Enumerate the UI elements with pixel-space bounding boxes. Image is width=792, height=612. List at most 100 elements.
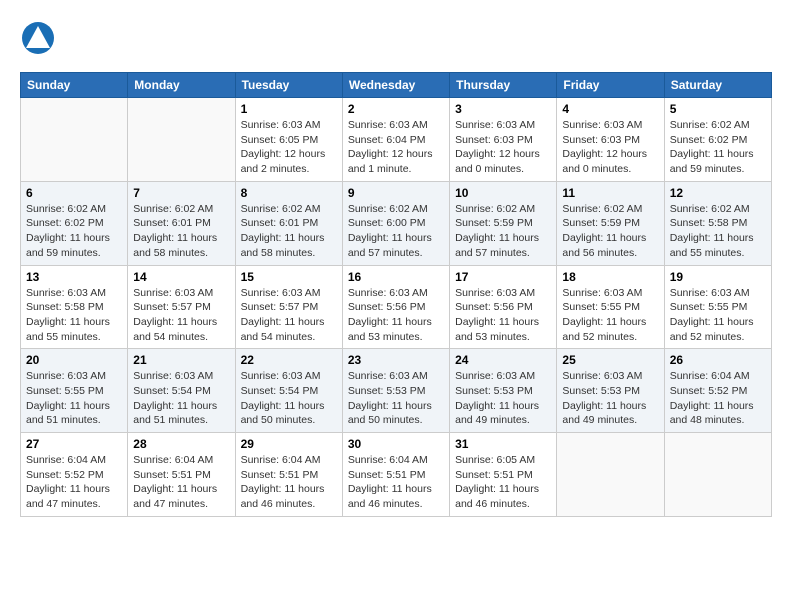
day-cell: 26 Sunrise: 6:04 AM Sunset: 5:52 PM Dayli… — [664, 349, 771, 433]
day-cell: 29 Sunrise: 6:04 AM Sunset: 5:51 PM Dayli… — [235, 433, 342, 517]
day-number: 14 — [133, 270, 229, 284]
day-info: Sunrise: 6:04 AM Sunset: 5:51 PM Dayligh… — [241, 453, 337, 512]
day-cell: 22 Sunrise: 6:03 AM Sunset: 5:54 PM Dayli… — [235, 349, 342, 433]
day-cell: 12 Sunrise: 6:02 AM Sunset: 5:58 PM Dayli… — [664, 181, 771, 265]
day-header-tuesday: Tuesday — [235, 73, 342, 98]
day-info: Sunrise: 6:03 AM Sunset: 5:55 PM Dayligh… — [670, 286, 766, 345]
day-number: 1 — [241, 102, 337, 116]
day-number: 11 — [562, 186, 658, 200]
day-header-sunday: Sunday — [21, 73, 128, 98]
calendar-table: SundayMondayTuesdayWednesdayThursdayFrid… — [20, 72, 772, 517]
week-row-2: 6 Sunrise: 6:02 AM Sunset: 6:02 PM Daylig… — [21, 181, 772, 265]
day-number: 21 — [133, 353, 229, 367]
day-number: 17 — [455, 270, 551, 284]
day-number: 13 — [26, 270, 122, 284]
day-cell: 25Sunrise: 6:03 AM Sunset: 5:53 PM Dayli… — [557, 349, 664, 433]
day-info: Sunrise: 6:03 AM Sunset: 5:58 PM Dayligh… — [26, 286, 122, 345]
day-info: Sunrise: 6:03 AM Sunset: 6:04 PM Dayligh… — [348, 118, 444, 177]
day-info: Sunrise: 6:03 AM Sunset: 5:56 PM Dayligh… — [348, 286, 444, 345]
day-cell: 23 Sunrise: 6:03 AM Sunset: 5:53 PM Dayli… — [342, 349, 449, 433]
day-info: Sunrise: 6:03 AM Sunset: 5:56 PM Dayligh… — [455, 286, 551, 345]
day-number: 31 — [455, 437, 551, 451]
day-cell: 31 Sunrise: 6:05 AM Sunset: 5:51 PM Dayli… — [450, 433, 557, 517]
day-cell: 21 Sunrise: 6:03 AM Sunset: 5:54 PM Dayli… — [128, 349, 235, 433]
day-info: Sunrise: 6:03 AM Sunset: 5:55 PM Dayligh… — [26, 369, 122, 428]
day-number: 18 — [562, 270, 658, 284]
day-header-monday: Monday — [128, 73, 235, 98]
day-number: 5 — [670, 102, 766, 116]
day-cell: 20Sunrise: 6:03 AM Sunset: 5:55 PM Dayli… — [21, 349, 128, 433]
day-cell: 8Sunrise: 6:02 AM Sunset: 6:01 PM Daylig… — [235, 181, 342, 265]
day-number: 15 — [241, 270, 337, 284]
day-cell: 9 Sunrise: 6:02 AM Sunset: 6:00 PM Daylig… — [342, 181, 449, 265]
logo-icon — [20, 20, 56, 56]
logo — [20, 20, 60, 56]
header-row: SundayMondayTuesdayWednesdayThursdayFrid… — [21, 73, 772, 98]
day-info: Sunrise: 6:05 AM Sunset: 5:51 PM Dayligh… — [455, 453, 551, 512]
day-cell: 15Sunrise: 6:03 AM Sunset: 5:57 PM Dayli… — [235, 265, 342, 349]
day-info: Sunrise: 6:03 AM Sunset: 5:53 PM Dayligh… — [455, 369, 551, 428]
day-number: 7 — [133, 186, 229, 200]
day-cell: 13 Sunrise: 6:03 AM Sunset: 5:58 PM Dayli… — [21, 265, 128, 349]
day-info: Sunrise: 6:03 AM Sunset: 5:55 PM Dayligh… — [562, 286, 658, 345]
day-info: Sunrise: 6:03 AM Sunset: 6:03 PM Dayligh… — [455, 118, 551, 177]
day-number: 10 — [455, 186, 551, 200]
day-cell: 16Sunrise: 6:03 AM Sunset: 5:56 PM Dayli… — [342, 265, 449, 349]
day-info: Sunrise: 6:02 AM Sunset: 5:58 PM Dayligh… — [670, 202, 766, 261]
day-header-friday: Friday — [557, 73, 664, 98]
day-cell: 2 Sunrise: 6:03 AM Sunset: 6:04 PM Daylig… — [342, 98, 449, 182]
day-number: 12 — [670, 186, 766, 200]
day-header-wednesday: Wednesday — [342, 73, 449, 98]
day-cell: 6 Sunrise: 6:02 AM Sunset: 6:02 PM Daylig… — [21, 181, 128, 265]
day-info: Sunrise: 6:02 AM Sunset: 6:01 PM Dayligh… — [133, 202, 229, 261]
day-cell: 10 Sunrise: 6:02 AM Sunset: 5:59 PM Dayli… — [450, 181, 557, 265]
day-cell: 24 Sunrise: 6:03 AM Sunset: 5:53 PM Dayli… — [450, 349, 557, 433]
day-cell — [128, 98, 235, 182]
page-header — [20, 20, 772, 56]
day-number: 23 — [348, 353, 444, 367]
day-cell — [557, 433, 664, 517]
day-cell: 28Sunrise: 6:04 AM Sunset: 5:51 PM Dayli… — [128, 433, 235, 517]
day-number: 19 — [670, 270, 766, 284]
day-number: 6 — [26, 186, 122, 200]
day-cell: 17 Sunrise: 6:03 AM Sunset: 5:56 PM Dayli… — [450, 265, 557, 349]
day-info: Sunrise: 6:02 AM Sunset: 6:02 PM Dayligh… — [670, 118, 766, 177]
day-cell: 5 Sunrise: 6:02 AM Sunset: 6:02 PM Daylig… — [664, 98, 771, 182]
day-info: Sunrise: 6:03 AM Sunset: 5:53 PM Dayligh… — [348, 369, 444, 428]
day-number: 27 — [26, 437, 122, 451]
week-row-5: 27 Sunrise: 6:04 AM Sunset: 5:52 PM Dayli… — [21, 433, 772, 517]
day-number: 4 — [562, 102, 658, 116]
week-row-3: 13 Sunrise: 6:03 AM Sunset: 5:58 PM Dayli… — [21, 265, 772, 349]
day-info: Sunrise: 6:02 AM Sunset: 6:01 PM Dayligh… — [241, 202, 337, 261]
day-info: Sunrise: 6:03 AM Sunset: 6:05 PM Dayligh… — [241, 118, 337, 177]
day-info: Sunrise: 6:04 AM Sunset: 5:51 PM Dayligh… — [348, 453, 444, 512]
day-info: Sunrise: 6:04 AM Sunset: 5:52 PM Dayligh… — [670, 369, 766, 428]
day-cell: 27 Sunrise: 6:04 AM Sunset: 5:52 PM Dayli… — [21, 433, 128, 517]
day-cell: 4 Sunrise: 6:03 AM Sunset: 6:03 PM Daylig… — [557, 98, 664, 182]
day-number: 9 — [348, 186, 444, 200]
day-number: 24 — [455, 353, 551, 367]
day-info: Sunrise: 6:02 AM Sunset: 6:02 PM Dayligh… — [26, 202, 122, 261]
day-info: Sunrise: 6:03 AM Sunset: 5:53 PM Dayligh… — [562, 369, 658, 428]
week-row-4: 20Sunrise: 6:03 AM Sunset: 5:55 PM Dayli… — [21, 349, 772, 433]
day-info: Sunrise: 6:02 AM Sunset: 6:00 PM Dayligh… — [348, 202, 444, 261]
day-number: 22 — [241, 353, 337, 367]
day-cell: 30Sunrise: 6:04 AM Sunset: 5:51 PM Dayli… — [342, 433, 449, 517]
day-info: Sunrise: 6:03 AM Sunset: 5:54 PM Dayligh… — [241, 369, 337, 428]
day-info: Sunrise: 6:04 AM Sunset: 5:52 PM Dayligh… — [26, 453, 122, 512]
week-row-1: 1 Sunrise: 6:03 AM Sunset: 6:05 PM Daylig… — [21, 98, 772, 182]
day-info: Sunrise: 6:02 AM Sunset: 5:59 PM Dayligh… — [455, 202, 551, 261]
day-cell: 18 Sunrise: 6:03 AM Sunset: 5:55 PM Dayli… — [557, 265, 664, 349]
day-cell: 14 Sunrise: 6:03 AM Sunset: 5:57 PM Dayli… — [128, 265, 235, 349]
day-info: Sunrise: 6:03 AM Sunset: 5:57 PM Dayligh… — [133, 286, 229, 345]
day-number: 26 — [670, 353, 766, 367]
day-cell — [664, 433, 771, 517]
day-number: 2 — [348, 102, 444, 116]
day-info: Sunrise: 6:02 AM Sunset: 5:59 PM Dayligh… — [562, 202, 658, 261]
day-number: 28 — [133, 437, 229, 451]
day-cell: 7 Sunrise: 6:02 AM Sunset: 6:01 PM Daylig… — [128, 181, 235, 265]
day-cell: 19 Sunrise: 6:03 AM Sunset: 5:55 PM Dayli… — [664, 265, 771, 349]
day-info: Sunrise: 6:03 AM Sunset: 6:03 PM Dayligh… — [562, 118, 658, 177]
day-info: Sunrise: 6:03 AM Sunset: 5:54 PM Dayligh… — [133, 369, 229, 428]
day-number: 29 — [241, 437, 337, 451]
